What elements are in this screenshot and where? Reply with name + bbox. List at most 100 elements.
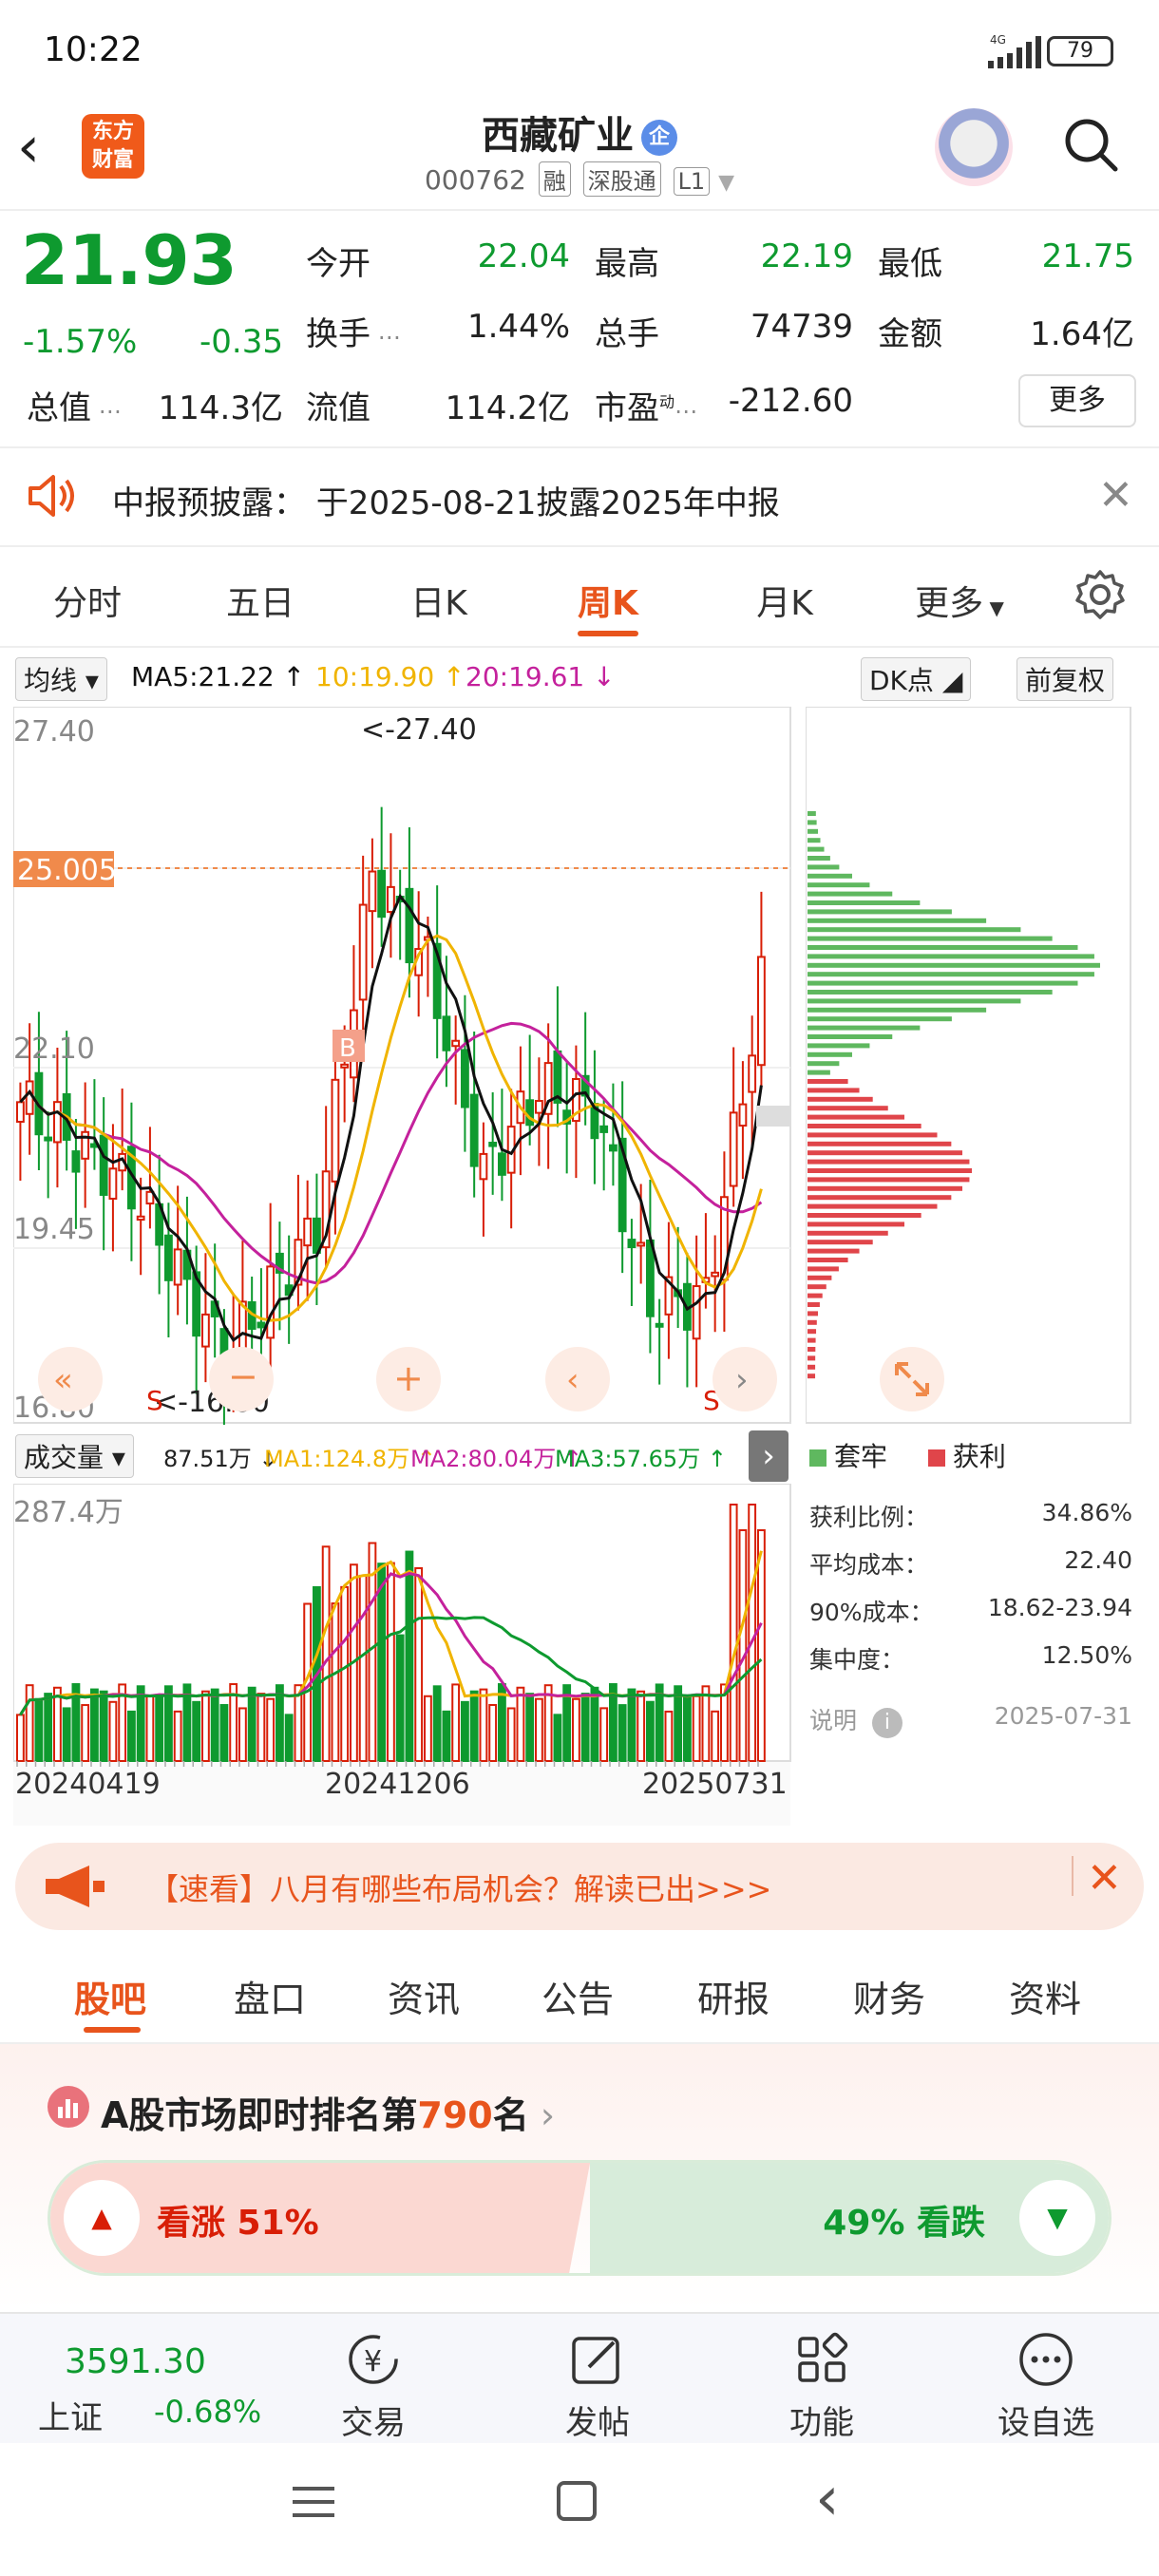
banner-text: 【速看】八月有哪些布局机会？解读已出>>> [148,1871,772,1907]
chip-bar [808,1230,888,1236]
nav-post[interactable]: 发帖 [526,2331,669,2443]
chip-bar [808,891,893,897]
ranking-title[interactable]: A股市场即时排名第790名 › [101,2086,555,2138]
chip-bar [808,1079,848,1084]
vote-up-button[interactable]: ▲ [64,2180,140,2256]
trapped-legend-swatch [809,1449,826,1467]
tab-forum[interactable]: 股吧 [44,1970,177,2022]
candle-body [201,1313,210,1348]
tab-monthly[interactable]: 月K [718,576,851,625]
tab-announcements[interactable]: 公告 [511,1970,644,2022]
indicator-selector[interactable]: 均线 ▾ [15,657,107,701]
chip-bar [808,1258,848,1262]
volume-bar [145,1695,155,1763]
ma10-value: 10:19.90 ↑ [315,661,466,692]
nav-add-watchlist[interactable]: 设自选 [975,2331,1117,2443]
chip-bar [808,820,817,825]
market-cap-label[interactable]: 总值 ⋯ [27,382,122,428]
sell-marker-1: S [146,1385,163,1416]
scroll-left-button[interactable]: « [38,1347,103,1411]
float-cap-label: 流值 [306,389,370,427]
step-left-button[interactable]: ‹ [545,1347,610,1411]
close-icon[interactable]: ✕ [1087,1854,1122,1903]
chip-bar [808,1106,888,1111]
quote-panel: 21.93 -1.57% -0.35 今开 22.04 最高 22.19 最低 … [0,211,1159,448]
market-cap-value: 114.3亿 [158,389,283,427]
chip-profit-ratio: 获利比例： 34.86% [809,1499,1132,1533]
zoom-out-button[interactable]: − [209,1347,274,1411]
chip-bar [808,1088,860,1093]
candle-body [748,1054,757,1093]
turnover-label[interactable]: 换手 ⋯ [306,308,401,354]
chip-note-row[interactable]: 说明 i 2025-07-31 [809,1702,1132,1738]
expand-panel-button[interactable]: › [749,1430,788,1482]
promo-banner[interactable]: 【速看】八月有哪些布局机会？解读已出>>> ✕ [15,1843,1144,1930]
tab-orderbook[interactable]: 盘口 [203,1970,336,2022]
volume-bar [553,1714,562,1763]
kline-chart[interactable]: 27.40 25.005 22.10 19.45 16.80 <-27.40 <… [13,707,792,1425]
volume-bar [451,1683,461,1762]
vote-down-button[interactable]: ▼ [1019,2180,1095,2256]
adjust-button[interactable]: 前复权 [1016,657,1114,701]
candle-body [692,1285,701,1340]
enterprise-badge-icon: 企 [641,120,677,156]
nav-functions[interactable]: 功能 [750,2331,893,2443]
chip-bar [808,1203,938,1209]
chip-bar [808,1007,987,1013]
vol-ma2-text: MA2:80.04万 [410,1446,557,1472]
chip-bar [808,1319,817,1325]
index-change: -0.68% [154,2394,262,2430]
tab-research[interactable]: 研报 [667,1970,800,2022]
gear-icon[interactable] [1074,568,1127,621]
close-icon[interactable]: ✕ [1098,471,1133,520]
chip-bar [808,1248,860,1254]
back-nav-icon[interactable]: ‹ [815,2464,840,2534]
trapped-legend-label: 套牢 [834,1441,888,1472]
expand-icon[interactable] [880,1347,944,1411]
chart-handle[interactable] [756,1106,790,1127]
candle-body [711,1271,720,1278]
volume-chart[interactable]: 287.4万 20240419 20241206 20250731 [13,1484,792,1828]
chip-bar [808,945,1078,950]
nav-trade[interactable]: ¥ 交易 [302,2331,445,2443]
index-value[interactable]: 3591.30 [65,2342,206,2381]
menu-icon[interactable] [293,2483,334,2517]
volume-selector[interactable]: 成交量 ▾ [15,1434,134,1478]
chip-distribution-chart[interactable] [806,707,1132,1425]
tab-daily[interactable]: 日K [372,576,505,625]
pe-label[interactable]: 市盈动⋯ [595,382,697,428]
dk-point-button[interactable]: DK点 ◢ [861,657,972,701]
volume-bar [488,1704,498,1762]
notice-bar[interactable]: 中报预披露： 于2025-08-21披露2025年中报 ✕ [0,448,1159,547]
chip-value: 22.40 [1064,1546,1132,1574]
tab-profile[interactable]: 资料 [978,1970,1112,2022]
tab-weekly[interactable]: 周K [542,576,674,625]
chip-bar [808,990,1053,994]
chip-bar [808,811,816,816]
assistant-avatar[interactable] [935,108,1013,186]
volume-bar [627,1688,636,1762]
step-right-button[interactable]: › [712,1347,777,1411]
candle-body [646,1239,655,1317]
volume-bar [405,1550,414,1763]
candle-body [479,1152,488,1181]
chip-bar [808,1043,870,1049]
tab-more[interactable]: 更多 ▼ [893,576,1026,625]
home-icon[interactable] [557,2481,597,2521]
tab-intraday[interactable]: 分时 [21,576,154,625]
active-section-underline [84,2027,141,2033]
chip-bar [808,1329,817,1335]
ranking-prefix: A股市场即时排名第 [101,2094,418,2136]
edit-icon [572,2337,619,2384]
zoom-in-button[interactable]: + [376,1347,441,1411]
chip-bar [808,828,819,834]
period-tabs: 分时 五日 日K 周K 月K 更多 ▼ [0,547,1159,648]
ma5-text: MA5:21.22 [131,661,275,692]
tab-five-day[interactable]: 五日 [194,576,327,625]
candle-body [729,1111,738,1187]
volume-bar [414,1566,424,1762]
tab-news[interactable]: 资讯 [357,1970,490,2022]
search-icon[interactable] [1062,116,1119,173]
more-quote-button[interactable]: 更多 [1018,374,1136,427]
tab-finance[interactable]: 财务 [823,1970,956,2022]
